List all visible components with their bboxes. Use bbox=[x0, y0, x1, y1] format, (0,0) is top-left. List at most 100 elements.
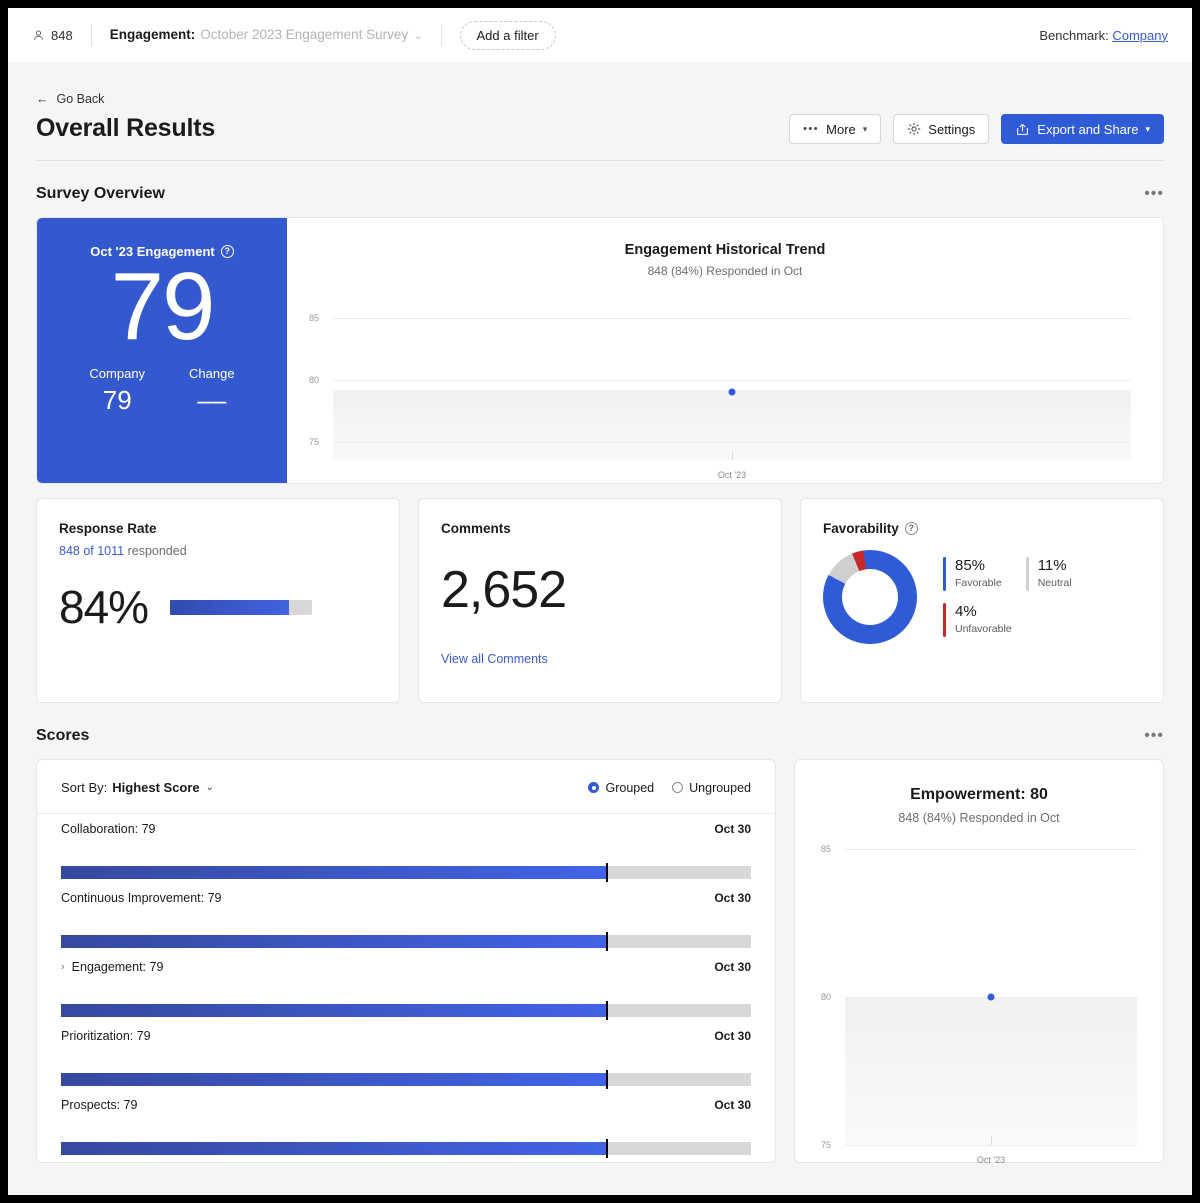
score-row-header: › Engagement: 79 Oct 30 bbox=[61, 960, 751, 974]
company-label: Company bbox=[89, 365, 146, 381]
comments-count: 2,652 bbox=[441, 561, 567, 619]
trend-chart-subtitle: 848 (84%) Responded in Oct bbox=[647, 264, 803, 278]
score-row[interactable]: Collaboration: 79 Oct 30 bbox=[61, 810, 751, 882]
score-bar-track bbox=[61, 863, 751, 882]
legend-item: 85% Favorable bbox=[943, 557, 1002, 591]
favorability-title: Favorability ? bbox=[823, 521, 1141, 536]
score-row-label: Continuous Improvement: 79 bbox=[61, 891, 222, 905]
score-row[interactable]: › Engagement: 79 Oct 30 bbox=[61, 948, 751, 1020]
export-and-share-button[interactable]: Export and Share ▾ bbox=[1001, 114, 1164, 144]
data-point[interactable] bbox=[728, 388, 736, 396]
help-icon[interactable]: ? bbox=[220, 245, 234, 258]
change-label: Change bbox=[189, 365, 235, 381]
empowerment-plot-area: 75 80 85 Oct '23 bbox=[821, 844, 1137, 1165]
benchmark-label: Benchmark: bbox=[1039, 27, 1109, 43]
engagement-selector[interactable]: Engagement: October 2023 Engagement Surve… bbox=[110, 26, 423, 44]
add-filter-button[interactable]: Add a filter bbox=[459, 20, 556, 50]
chevron-down-icon: ▾ bbox=[862, 123, 868, 134]
benchmark-band bbox=[845, 997, 1137, 1145]
title-row: Overall Results ••• More ▾ Settings Expo… bbox=[36, 106, 1164, 144]
more-dots-icon: ••• bbox=[803, 123, 820, 135]
radio-ungrouped-dot[interactable] bbox=[672, 782, 684, 793]
score-bar-fill bbox=[61, 1004, 607, 1017]
score-bar-fill bbox=[61, 1142, 607, 1155]
title-divider bbox=[36, 160, 1164, 161]
chevron-right-icon[interactable]: › bbox=[61, 961, 65, 973]
chevron-down-icon[interactable]: ⌄ bbox=[206, 782, 214, 793]
score-bar-track bbox=[61, 1070, 751, 1089]
legend-label: Neutral bbox=[1037, 577, 1072, 589]
settings-button[interactable]: Settings bbox=[893, 114, 990, 144]
chevron-down-icon: ⌄ bbox=[414, 31, 423, 42]
score-row-label: Prioritization: 79 bbox=[61, 1029, 151, 1043]
back-arrow-icon: ← bbox=[36, 92, 49, 106]
trend-plot-area: 75 80 85 Oct '23 bbox=[309, 300, 1131, 480]
score-row[interactable]: Continuous Improvement: 79 Oct 30 bbox=[61, 879, 751, 951]
respondent-count-value: 848 bbox=[51, 27, 73, 43]
scores-header: Scores ••• bbox=[36, 727, 1164, 745]
y-axis-tick-label: 75 bbox=[821, 1140, 832, 1150]
page-actions: ••• More ▾ Settings Export and Share ▾ bbox=[789, 114, 1164, 144]
person-icon bbox=[34, 30, 43, 40]
legend-percent: 85% bbox=[955, 557, 986, 574]
score-row-date: Oct 30 bbox=[714, 822, 751, 836]
score-row-label: Collaboration: 79 bbox=[61, 822, 156, 836]
change-subscore: Change –– bbox=[189, 366, 235, 416]
radio-grouped[interactable]: Grouped bbox=[588, 781, 654, 795]
y-axis-tick-label: 85 bbox=[309, 313, 320, 324]
app-frame: 848 Engagement: October 2023 Engagement S… bbox=[8, 8, 1192, 1195]
donut-hole bbox=[842, 569, 898, 625]
radio-ungrouped-label: Ungrouped bbox=[689, 780, 751, 795]
response-rate-percent: 84% bbox=[59, 581, 149, 633]
survey-overview-card: Oct '23 Engagement ? 79 Company 79 Chang… bbox=[36, 217, 1164, 484]
sort-by-value[interactable]: Highest Score bbox=[112, 780, 199, 795]
respondent-count: 848 bbox=[32, 28, 73, 43]
engagement-label: Engagement: bbox=[109, 27, 196, 42]
radio-grouped-dot[interactable] bbox=[588, 782, 600, 793]
view-all-comments-link[interactable]: View all Comments bbox=[441, 652, 759, 666]
more-button[interactable]: ••• More ▾ bbox=[789, 114, 882, 144]
legend-color-swatch bbox=[943, 557, 946, 591]
score-bar-fill bbox=[61, 1073, 607, 1086]
gridline bbox=[333, 318, 1131, 320]
metric-cards-row: Response Rate 848 of 1011 responded 84% … bbox=[36, 498, 1164, 703]
go-back-button[interactable]: ← Go Back bbox=[36, 92, 1164, 106]
radio-grouped-label: Grouped bbox=[605, 780, 655, 795]
x-axis-tick-label: Oct '23 bbox=[976, 1155, 1006, 1165]
scores-list[interactable]: Collaboration: 79 Oct 30 Continuous Improv… bbox=[37, 810, 775, 1162]
response-rate-progress bbox=[170, 599, 313, 615]
response-rate-subtitle: 848 of 1011 responded bbox=[59, 544, 377, 558]
benchmark-link[interactable]: Company bbox=[1112, 28, 1168, 43]
gridline bbox=[845, 1145, 1137, 1146]
benchmark-marker bbox=[606, 1070, 609, 1089]
legend-label: Favorable bbox=[955, 577, 1002, 589]
scores-menu-button[interactable]: ••• bbox=[1144, 728, 1164, 744]
survey-overview-header: Survey Overview ••• bbox=[36, 185, 1164, 203]
score-row[interactable]: Prospects: 79 Oct 30 bbox=[61, 1086, 751, 1158]
favorability-card: Favorability ? 85% Favorable 11% Neutral 4% U… bbox=[800, 498, 1164, 703]
benchmark-marker bbox=[606, 932, 609, 951]
data-point[interactable] bbox=[987, 993, 995, 1001]
benchmark-marker bbox=[606, 1139, 609, 1158]
comments-card: Comments 2,652 View all Comments bbox=[418, 498, 782, 703]
divider bbox=[440, 24, 442, 46]
benchmark-marker bbox=[606, 1001, 609, 1020]
empowerment-chart-card: Empowerment: 80 848 (84%) Responded in O… bbox=[794, 759, 1164, 1165]
score-row-label: Engagement: 79 bbox=[71, 960, 164, 974]
survey-overview-title: Survey Overview bbox=[36, 185, 165, 202]
score-row-label: Prospects: 79 bbox=[61, 1098, 138, 1112]
settings-label: Settings bbox=[928, 121, 976, 137]
score-row[interactable]: Prioritization: 79 Oct 30 bbox=[61, 1017, 751, 1089]
legend-item: 4% Unfavorable bbox=[943, 603, 1072, 637]
radio-ungrouped[interactable]: Ungrouped bbox=[672, 781, 751, 795]
help-icon[interactable]: ? bbox=[904, 522, 918, 535]
responded-count-link[interactable]: 848 of 1011 bbox=[59, 544, 124, 558]
score-row-header: Prospects: 79 Oct 30 bbox=[61, 1098, 751, 1112]
legend-label: Unfavorable bbox=[955, 623, 1012, 635]
legend-percent: 4% bbox=[955, 603, 977, 620]
legend-percent: 11% bbox=[1037, 557, 1067, 574]
score-row-date: Oct 30 bbox=[714, 1098, 751, 1112]
survey-overview-menu-button[interactable]: ••• bbox=[1144, 186, 1164, 202]
empowerment-chart-subtitle: 848 (84%) Responded in Oct bbox=[898, 811, 1060, 825]
scores-title: Scores bbox=[36, 727, 90, 744]
